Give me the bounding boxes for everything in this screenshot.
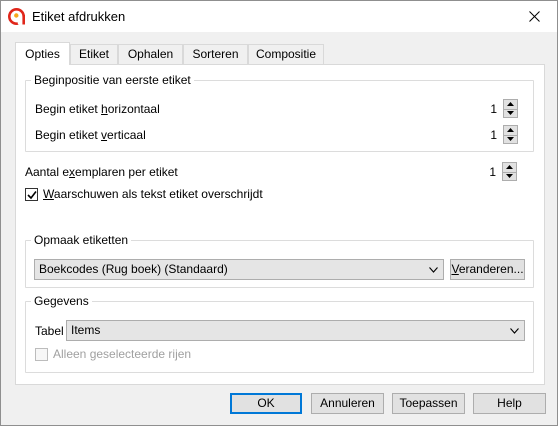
checkmark-icon (27, 191, 37, 200)
horizontal-spinner[interactable] (503, 99, 518, 118)
help-button[interactable]: Help (473, 393, 546, 414)
ok-button[interactable]: OK (230, 393, 302, 414)
spin-up-button[interactable] (504, 100, 517, 109)
chevron-down-icon (429, 267, 438, 273)
warn-label[interactable]: Waarschuwen als tekst etiket overschrijd… (43, 187, 263, 201)
chevron-down-icon (510, 328, 519, 334)
format-title: Opmaak etiketten (31, 233, 132, 247)
tab-compositie[interactable]: Compositie (248, 44, 324, 64)
table-select[interactable]: Items (66, 320, 525, 341)
options-panel: Beginpositie van eerste etiket Begin eti… (15, 64, 545, 385)
dialog-window: Etiket afdrukken Opties Etiket Ophalen S… (0, 0, 558, 426)
data-title: Gegevens (31, 294, 92, 308)
data-group: Gegevens Tabel Items Alleen geselecteerd… (25, 294, 534, 373)
vertical-spinner[interactable] (503, 125, 518, 144)
arrow-down-icon (507, 111, 514, 116)
format-selected-value: Boekcodes (Rug boek) (Standaard) (39, 262, 228, 276)
arrow-down-icon (507, 137, 514, 142)
tab-ophalen[interactable]: Ophalen (118, 44, 183, 64)
start-position-title: Beginpositie van eerste etiket (31, 73, 194, 87)
horizontal-value[interactable]: 1 (477, 102, 497, 116)
change-format-button[interactable]: Veranderen... (450, 259, 525, 280)
spin-down-button[interactable] (504, 108, 517, 118)
arrow-up-icon (507, 102, 514, 107)
cancel-button[interactable]: Annuleren (311, 393, 384, 414)
copies-spinner[interactable] (502, 162, 517, 181)
spin-up-button[interactable] (503, 163, 516, 172)
tab-sorteren[interactable]: Sorteren (183, 44, 248, 64)
start-position-group: Beginpositie van eerste etiket Begin eti… (25, 73, 534, 152)
apply-button[interactable]: Toepassen (392, 393, 465, 414)
horizontal-label: Begin etiket horizontaal (35, 102, 160, 116)
selected-rows-label: Alleen geselecteerde rijen (53, 347, 192, 361)
vertical-label: Begin etiket verticaal (35, 128, 146, 142)
table-selected-value: Items (71, 323, 101, 337)
window-title: Etiket afdrukken (32, 9, 126, 24)
copies-value[interactable]: 1 (476, 165, 496, 179)
selected-rows-checkbox[interactable] (35, 348, 48, 361)
table-label: Tabel (35, 324, 64, 338)
banana-app-icon (8, 8, 25, 25)
tab-etiket[interactable]: Etiket (70, 44, 118, 64)
close-icon (529, 11, 540, 22)
warn-checkbox[interactable] (25, 188, 38, 201)
format-select[interactable]: Boekcodes (Rug boek) (Standaard) (34, 259, 444, 280)
arrow-up-icon (506, 165, 513, 170)
arrow-down-icon (506, 174, 513, 179)
tab-opties[interactable]: Opties (15, 42, 70, 65)
spin-up-button[interactable] (504, 126, 517, 135)
copies-label: Aantal exemplaren per etiket (25, 165, 178, 179)
format-group: Opmaak etiketten Boekcodes (Rug boek) (S… (25, 233, 534, 288)
spin-down-button[interactable] (504, 134, 517, 144)
title-bar[interactable]: Etiket afdrukken (1, 1, 557, 32)
vertical-value[interactable]: 1 (477, 128, 497, 142)
close-button[interactable] (512, 1, 557, 32)
spin-down-button[interactable] (503, 171, 516, 181)
arrow-up-icon (507, 128, 514, 133)
